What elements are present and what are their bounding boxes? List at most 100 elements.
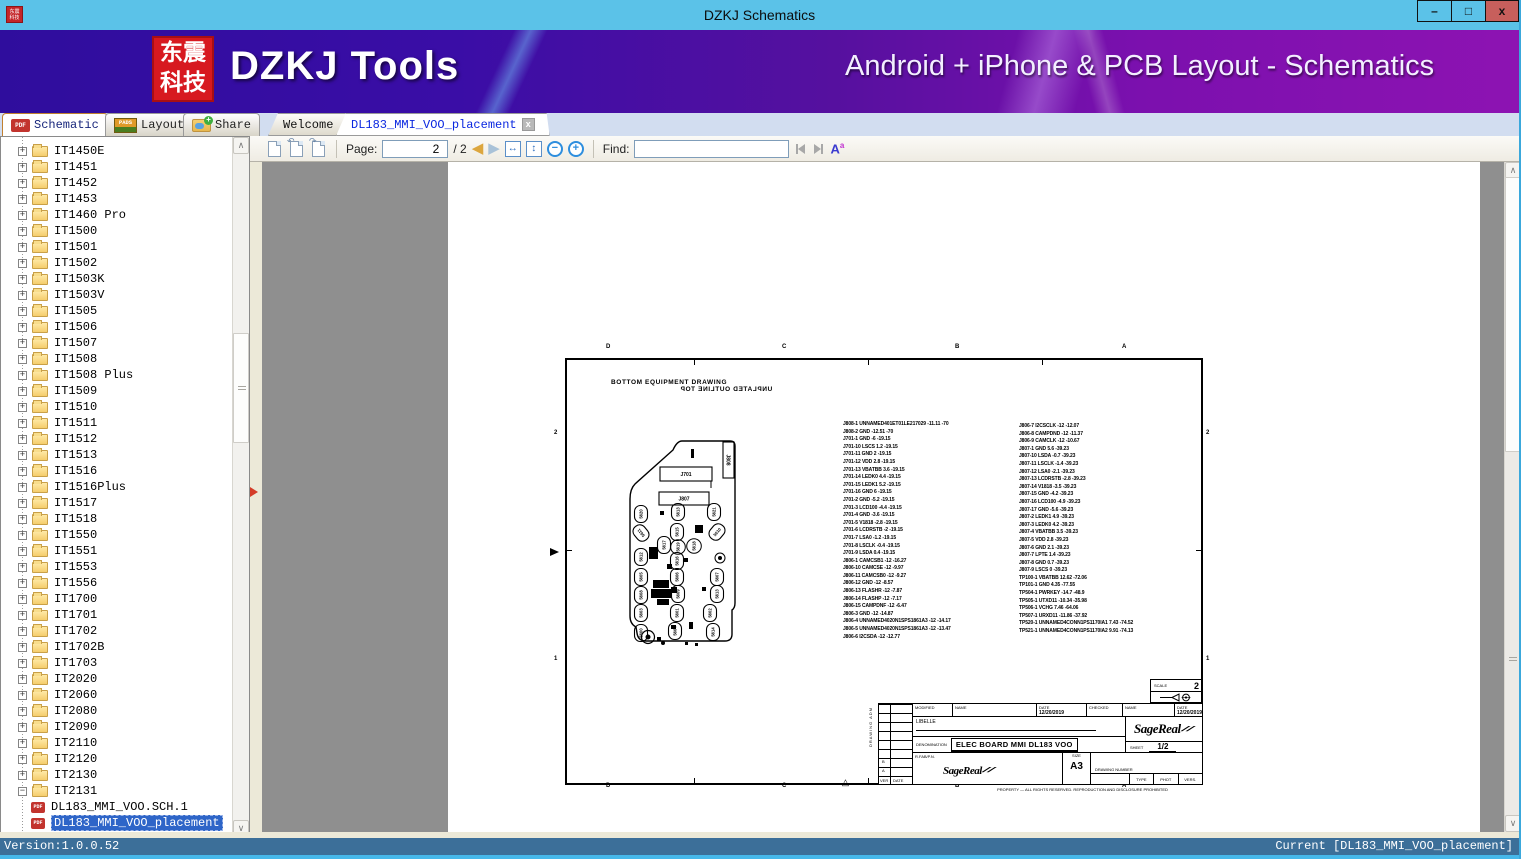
expand-icon[interactable]: + [18, 194, 27, 204]
tree-folder-it1553[interactable]: + IT1553 [1, 559, 97, 575]
tree-folder-it1501[interactable]: + IT1501 [1, 239, 97, 255]
expand-icon[interactable]: + [18, 706, 27, 716]
tree-folder-it1556[interactable]: + IT1556 [1, 575, 97, 591]
expand-icon[interactable]: + [18, 642, 27, 652]
expand-icon[interactable]: + [18, 258, 27, 268]
expand-icon[interactable]: + [18, 162, 27, 172]
expand-icon[interactable]: + [18, 450, 27, 460]
expand-icon[interactable]: + [18, 722, 27, 732]
tree-folder-it1460-pro[interactable]: + IT1460 Pro [1, 207, 126, 223]
expand-icon[interactable]: + [18, 546, 27, 556]
expand-icon[interactable]: + [18, 754, 27, 764]
expand-icon[interactable]: + [18, 354, 27, 364]
scroll-down-icon[interactable]: ∨ [1505, 815, 1519, 832]
expand-icon[interactable]: + [18, 386, 27, 396]
maximize-button[interactable]: □ [1451, 0, 1485, 22]
expand-icon[interactable]: + [18, 290, 27, 300]
expand-icon[interactable]: + [18, 322, 27, 332]
expand-icon[interactable]: + [18, 466, 27, 476]
fit-width-icon[interactable]: ↔ [504, 140, 521, 157]
tree-folder-it1505[interactable]: + IT1505 [1, 303, 97, 319]
tree-folder-it1509[interactable]: + IT1509 [1, 383, 97, 399]
expand-icon[interactable]: + [18, 482, 27, 492]
zoom-in-icon[interactable]: + [567, 140, 584, 157]
tree-folder-it1703[interactable]: + IT1703 [1, 655, 97, 671]
expand-icon[interactable]: + [18, 370, 27, 380]
tree-folder-it1506[interactable]: + IT1506 [1, 319, 97, 335]
tree-folder-it2080[interactable]: + IT2080 [1, 703, 97, 719]
next-page-icon[interactable]: ▶ [488, 141, 500, 156]
expand-icon[interactable]: + [18, 226, 27, 236]
copy-page-icon[interactable] [268, 140, 281, 157]
tree-folder-it1513[interactable]: + IT1513 [1, 447, 97, 463]
tree-folder-it1517[interactable]: + IT1517 [1, 495, 97, 511]
tab-share[interactable]: Share [183, 113, 261, 136]
tree-folder-it2060[interactable]: + IT2060 [1, 687, 97, 703]
tree-folder-it1453[interactable]: + IT1453 [1, 191, 97, 207]
viewport-scrollbar[interactable]: ∧ ∨ [1504, 162, 1519, 832]
page-input[interactable] [382, 139, 449, 158]
expand-icon[interactable]: + [18, 594, 27, 604]
tree-folder-it1518[interactable]: + IT1518 [1, 511, 97, 527]
tree-folder-it2131[interactable]: − IT2131 [1, 783, 97, 799]
doc-tab-placement[interactable]: DL183_MMI_VOO_placement x [336, 113, 550, 136]
collapse-icon[interactable]: − [18, 786, 27, 796]
tree-folder-it1510[interactable]: + IT1510 [1, 399, 97, 415]
tree-folder-it1452[interactable]: + IT1452 [1, 175, 97, 191]
scrollbar-thumb[interactable] [1505, 177, 1519, 452]
expand-icon[interactable]: + [18, 578, 27, 588]
tree-folder-it1451[interactable]: + IT1451 [1, 159, 97, 175]
close-tab-icon[interactable]: x [522, 118, 535, 131]
tree-folder-it1507[interactable]: + IT1507 [1, 335, 97, 351]
font-size-icon[interactable]: Aa [830, 141, 844, 156]
tree-folder-it2110[interactable]: + IT2110 [1, 735, 97, 751]
tree-folder-it1512[interactable]: + IT1512 [1, 431, 97, 447]
tree-folder-it1511[interactable]: + IT1511 [1, 415, 97, 431]
tree-folder-it2120[interactable]: + IT2120 [1, 751, 97, 767]
expand-icon[interactable]: + [18, 514, 27, 524]
expand-icon[interactable]: + [18, 210, 27, 220]
expand-icon[interactable]: + [18, 658, 27, 668]
expand-icon[interactable]: + [18, 674, 27, 684]
rotate-right-icon[interactable]: ↷ [309, 136, 325, 157]
scroll-up-icon[interactable]: ∧ [233, 137, 249, 154]
tree-folder-it1450e[interactable]: + IT1450E [1, 143, 104, 159]
tree-file-dl183_mmi_voo.sch.1[interactable]: PDF DL183_MMI_VOO.SCH.1 [31, 799, 188, 815]
expand-icon[interactable]: + [18, 530, 27, 540]
expand-icon[interactable]: + [18, 498, 27, 508]
tree-folder-it1502[interactable]: + IT1502 [1, 255, 97, 271]
expand-icon[interactable]: + [18, 274, 27, 284]
find-next-icon[interactable] [814, 143, 824, 154]
tree-folder-it1701[interactable]: + IT1701 [1, 607, 97, 623]
tree-folder-it1700[interactable]: + IT1700 [1, 591, 97, 607]
expand-icon[interactable]: + [18, 770, 27, 780]
tree-file-dl183_mmi_voo_placement[interactable]: PDF DL183_MMI_VOO_placement [31, 815, 223, 831]
expand-icon[interactable]: + [18, 562, 27, 572]
expand-icon[interactable]: + [18, 146, 27, 156]
rotate-left-icon[interactable]: ↶ [287, 136, 303, 157]
tree-folder-it1702[interactable]: + IT1702 [1, 623, 97, 639]
close-button[interactable]: x [1485, 0, 1519, 22]
expand-icon[interactable]: + [18, 338, 27, 348]
expand-icon[interactable]: + [18, 738, 27, 748]
expand-icon[interactable]: + [18, 242, 27, 252]
tree-folder-it1550[interactable]: + IT1550 [1, 527, 97, 543]
expand-icon[interactable]: + [18, 178, 27, 188]
tree-folder-it1500[interactable]: + IT1500 [1, 223, 97, 239]
zoom-out-icon[interactable]: − [546, 140, 563, 157]
tree-folder-it1508-plus[interactable]: + IT1508 Plus [1, 367, 133, 383]
minimize-button[interactable]: – [1417, 0, 1451, 22]
tree-folder-it1516plus[interactable]: + IT1516Plus [1, 479, 126, 495]
tree-folder-it1508[interactable]: + IT1508 [1, 351, 97, 367]
tree-folder-it1503k[interactable]: + IT1503K [1, 271, 104, 287]
expand-icon[interactable]: + [18, 610, 27, 620]
expand-icon[interactable]: + [18, 402, 27, 412]
tab-layout[interactable]: PADS Layout [105, 113, 194, 136]
tree-folder-it1702b[interactable]: + IT1702B [1, 639, 104, 655]
find-input[interactable] [634, 139, 790, 158]
tree-folder-it1551[interactable]: + IT1551 [1, 543, 97, 559]
tree-folder-it2130[interactable]: + IT2130 [1, 767, 97, 783]
expand-icon[interactable]: + [18, 418, 27, 428]
sidebar-scrollbar[interactable]: ∧ ∨ [232, 137, 249, 837]
expand-icon[interactable]: + [18, 690, 27, 700]
